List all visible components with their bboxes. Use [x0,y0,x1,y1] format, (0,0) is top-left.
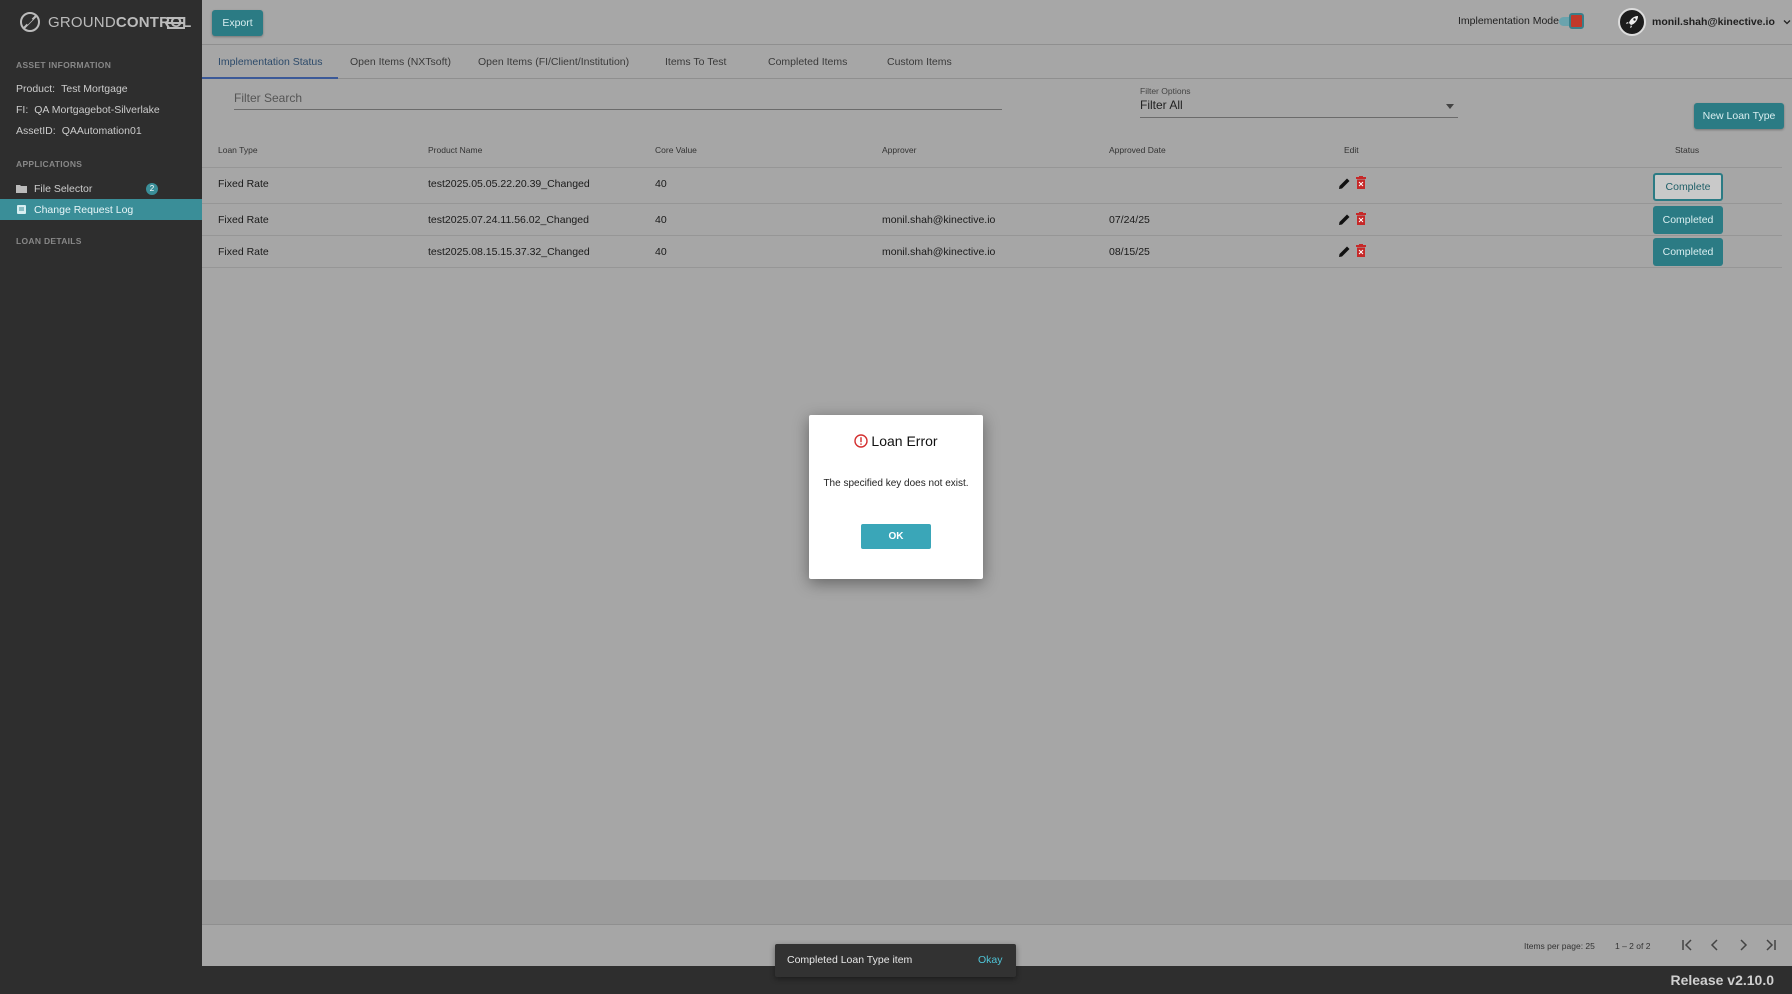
loan-error-dialog: Loan Error The specified key does not ex… [809,415,983,579]
user-menu[interactable]: monil.shah@kinective.io [1618,8,1791,36]
loan-type-table: Loan Type Product Name Core Value Approv… [202,138,1782,268]
snackbar-okay-button[interactable]: Okay [978,954,1003,966]
header-approver: Approver [882,145,917,155]
items-per-page-label[interactable]: Items per page: 25 [1524,941,1595,951]
cell-loan-type: Fixed Rate [218,214,269,226]
cell-product-name: test2025.05.05.22.20.39_Changed [428,178,590,190]
header-edit: Edit [1344,145,1359,155]
sidebar-item-change-request-log[interactable]: Change Request Log [0,199,202,220]
table-row: Fixed Rate test2025.05.05.22.20.39_Chang… [202,168,1782,204]
next-page-icon[interactable] [1735,937,1751,953]
cell-core-value: 40 [655,178,667,190]
dialog-title-text: Loan Error [871,433,938,449]
menu-icon[interactable] [167,14,185,30]
brand-name-light: GROUND [48,13,116,31]
status-button[interactable]: Complete [1653,173,1723,201]
export-button[interactable]: Export [212,10,263,36]
cell-core-value: 40 [655,214,667,226]
user-email: monil.shah@kinective.io [1652,16,1775,28]
folder-icon [16,185,27,193]
last-page-icon[interactable] [1763,937,1779,953]
cell-approved-date: 07/24/25 [1109,214,1150,226]
asset-fi: FI: QA Mortgagebot-Silverlake [16,104,160,116]
cell-product-name: test2025.07.24.11.56.02_Changed [428,214,589,226]
dialog-title: Loan Error [809,433,983,449]
pencil-icon[interactable] [1338,245,1351,258]
filter-options-value: Filter All [1140,98,1183,112]
table-row: Fixed Rate test2025.08.15.15.37.32_Chang… [202,236,1782,268]
avatar [1618,8,1646,36]
rocket-icon [1626,16,1638,28]
header-status: Status [1675,145,1700,155]
cell-loan-type: Fixed Rate [218,178,269,190]
new-loan-type-button[interactable]: New Loan Type [1694,103,1784,129]
cell-loan-type: Fixed Rate [218,246,269,258]
asset-product: Product: Test Mortgage [16,83,128,95]
status-button[interactable]: Completed [1653,238,1723,266]
cell-core-value: 40 [655,246,667,258]
first-page-icon[interactable] [1679,937,1695,953]
trash-icon[interactable] [1356,176,1366,189]
filter-options-select[interactable]: Filter All [1140,98,1458,118]
dialog-message: The specified key does not exist. [823,478,969,489]
snackbar-message: Completed Loan Type item [787,954,913,966]
main-content: Export Implementation Mode monil.shah@ki… [202,0,1792,994]
header-approved-date: Approved Date [1109,145,1166,155]
page-range-label: 1 – 2 of 2 [1615,941,1651,951]
tab-bar: Implementation Status Open Items (NXTsof… [202,45,1792,79]
tab-implementation-status[interactable]: Implementation Status [202,45,339,79]
applications-section-title: APPLICATIONS [16,159,83,169]
tab-items-to-test[interactable]: Items To Test [665,45,726,79]
cell-approved-date: 08/15/25 [1109,246,1150,258]
chevron-down-icon [1783,20,1791,25]
filter-search-input[interactable] [234,86,1002,110]
document-icon [17,205,26,214]
asset-id: AssetID: QAAutomation01 [16,125,142,137]
tab-open-items-fi[interactable]: Open Items (FI/Client/Institution) [478,45,629,79]
table-footer-area [202,880,1792,924]
status-button[interactable]: Completed [1653,206,1723,234]
sidebar-item-label: Change Request Log [34,203,134,216]
sidebar-item-label: File Selector [34,182,93,195]
filter-options-label: Filter Options [1140,86,1191,96]
loan-details-section-title[interactable]: LOAN DETAILS [0,236,82,246]
release-version: Release v2.10.0 [1670,972,1774,988]
header-product-name: Product Name [428,145,483,155]
error-icon [854,434,869,448]
table-header: Loan Type Product Name Core Value Approv… [202,138,1782,168]
previous-page-icon[interactable] [1707,937,1723,953]
trash-icon[interactable] [1356,212,1366,225]
header-core-value: Core Value [655,145,697,155]
tab-completed-items[interactable]: Completed Items [768,45,847,79]
tab-custom-items[interactable]: Custom Items [887,45,952,79]
header-loan-type: Loan Type [218,145,258,155]
asset-section-title: ASSET INFORMATION [16,60,112,70]
trash-icon[interactable] [1356,244,1366,257]
file-selector-badge: 2 [146,183,158,195]
logo-icon [20,12,40,32]
implementation-mode-label: Implementation Mode [1458,15,1559,27]
dropdown-arrow-icon [1446,104,1454,109]
cell-product-name: test2025.08.15.15.37.32_Changed [428,246,590,258]
cell-approver: monil.shah@kinective.io [882,246,996,258]
snackbar: Completed Loan Type item Okay [775,944,1016,977]
cell-approver: monil.shah@kinective.io [882,214,996,226]
top-bar: Export Implementation Mode monil.shah@ki… [202,0,1792,45]
tab-open-items-nxtsoft[interactable]: Open Items (NXTsoft) [350,45,451,79]
implementation-mode-toggle[interactable] [1557,13,1587,29]
ok-button[interactable]: OK [861,524,931,549]
sidebar-item-file-selector[interactable]: File Selector 2 [0,178,202,199]
table-row: Fixed Rate test2025.07.24.11.56.02_Chang… [202,204,1782,236]
pencil-icon[interactable] [1338,213,1351,226]
sidebar: GROUNDCONTROL ASSET INFORMATION Product:… [0,0,202,994]
filter-area: Filter Options Filter All New Loan Type [202,80,1792,136]
pencil-icon[interactable] [1338,177,1351,190]
